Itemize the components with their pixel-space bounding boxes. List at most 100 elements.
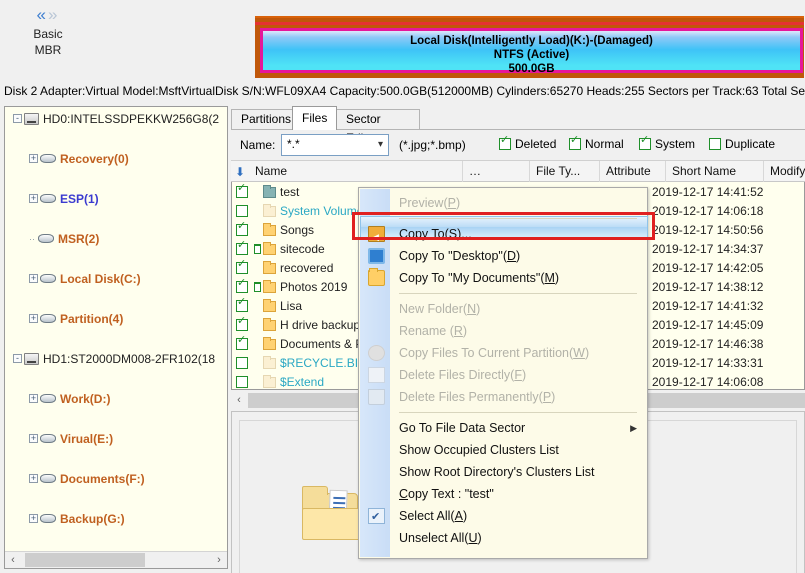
tree-expander[interactable]: - — [13, 354, 22, 363]
menu-item-unselect-all-u[interactable]: Unselect All(U) — [359, 527, 647, 549]
context-menu-items[interactable]: Preview(P) Copy To(S)...Copy To "Desktop"… — [359, 188, 647, 549]
partition-icon — [40, 154, 56, 163]
file-name: Songs — [280, 221, 314, 240]
checkbox-icon[interactable] — [639, 138, 651, 150]
file-name: Photos 2019 — [280, 278, 347, 297]
menu-item-show-occupied-clusters-list[interactable]: Show Occupied Clusters List — [359, 439, 647, 461]
column-header[interactable]: File Ty... — [530, 161, 600, 182]
folder-icon — [263, 187, 276, 198]
filter-name-label: Name: — [240, 138, 275, 152]
file-checkbox[interactable] — [236, 224, 248, 236]
tree-expander[interactable]: - — [13, 114, 22, 123]
column-header[interactable]: Short Name — [666, 161, 764, 182]
tree-node-label: Partition(4) — [60, 312, 123, 326]
filter-name-input[interactable]: *.* — [287, 137, 300, 151]
tree-node[interactable]: -HD1:ST2000DM008-2FR102(18 — [5, 349, 227, 369]
file-checkbox[interactable] — [236, 300, 248, 312]
partition-icon — [40, 394, 56, 403]
file-checkbox[interactable] — [236, 338, 248, 350]
menu-item-copy-text-test[interactable]: Copy Text : "test" — [359, 483, 647, 505]
tree-expander[interactable]: + — [29, 434, 38, 443]
tree-node[interactable]: ··MSR(2) — [5, 229, 227, 249]
device-tree[interactable]: -HD0:INTELSSDPEKKW256G8(2 +Recovery(0) +ES… — [5, 109, 227, 569]
file-checkbox[interactable] — [236, 186, 248, 198]
filter-checkbox-deleted[interactable]: Deleted — [499, 137, 556, 151]
disk-mbr-label: MBR — [14, 42, 82, 58]
tree-expander[interactable]: + — [29, 194, 38, 203]
next-disk-icon[interactable]: » — [48, 5, 59, 24]
filter-name-combo[interactable]: *.* ▾ — [281, 134, 389, 156]
file-checkbox[interactable] — [236, 205, 248, 217]
hard-disk-icon — [24, 113, 39, 125]
disk-nav-arrows[interactable]: «» — [14, 4, 82, 26]
chevron-down-icon[interactable]: ▾ — [378, 139, 383, 150]
tree-expander[interactable]: + — [29, 394, 38, 403]
tree-scroll-right-icon[interactable]: › — [211, 552, 227, 568]
column-header[interactable]: … — [463, 161, 530, 182]
folder-icon — [263, 263, 276, 274]
partition-block-k[interactable]: Local Disk(Intelligently Load)(K:)-(Dama… — [260, 28, 803, 73]
tree-node[interactable]: +Recovery(0) — [5, 149, 227, 169]
menu-item-select-all-a[interactable]: Select All(A) — [359, 505, 647, 527]
filter-checkbox-system[interactable]: System — [639, 137, 695, 151]
sort-descending-icon[interactable]: ⬇ — [235, 165, 245, 179]
device-tree-panel[interactable]: -HD0:INTELSSDPEKKW256G8(2 +Recovery(0) +ES… — [4, 106, 228, 569]
file-checkbox[interactable] — [236, 243, 248, 255]
tree-expander[interactable]: + — [29, 514, 38, 523]
file-checkbox[interactable] — [236, 319, 248, 331]
file-checkbox[interactable] — [236, 357, 248, 369]
tree-node[interactable]: +Local Disk(C:) — [5, 269, 227, 289]
column-header[interactable]: Modify Time — [764, 161, 805, 182]
menu-item-preview-p: Preview(P) — [359, 192, 647, 214]
tree-horizontal-scrollbar[interactable]: ‹ › — [5, 551, 227, 568]
tab-files[interactable]: Files — [292, 106, 337, 130]
menu-item-delete-files-directly-f: Delete Files Directly(F) — [359, 364, 647, 386]
folder-icon — [263, 320, 276, 331]
partition-filesystem: NTFS (Active) — [263, 48, 800, 62]
checkbox-icon[interactable] — [709, 138, 721, 150]
column-header[interactable]: Name — [249, 161, 463, 182]
filter-checkbox-normal[interactable]: Normal — [569, 137, 624, 151]
prev-disk-icon[interactable]: « — [37, 5, 48, 24]
tree-node-label: Virual(E:) — [60, 432, 113, 446]
file-context-menu[interactable]: Preview(P) Copy To(S)...Copy To "Desktop"… — [358, 187, 648, 559]
file-list-header[interactable]: ⬇ Name…File Ty...AttributeShort NameModif… — [231, 160, 805, 182]
checkbox-icon[interactable] — [569, 138, 581, 150]
list-scroll-left-icon[interactable]: ‹ — [231, 392, 247, 409]
filter-checkbox-label: Deleted — [515, 137, 556, 151]
filter-checkbox-duplicate[interactable]: Duplicate — [709, 137, 775, 151]
app-root: «» Basic MBR Local Disk(Intelligently Lo… — [0, 0, 805, 573]
checkbox-icon[interactable] — [499, 138, 511, 150]
tab-bar[interactable]: PartitionsFilesSector Editor — [231, 106, 805, 129]
menu-item-go-to-file-data-sector[interactable]: Go To File Data Sector▶ — [359, 417, 647, 439]
tree-node[interactable]: +Documents(F:) — [5, 469, 227, 489]
menu-item-show-root-directory-s-clusters-list[interactable]: Show Root Directory's Clusters List — [359, 461, 647, 483]
tree-node[interactable]: +Work(D:) — [5, 389, 227, 409]
file-name: test — [280, 183, 299, 202]
tree-expander[interactable]: + — [29, 154, 38, 163]
file-modify-time: 2019-12-17 14:33:31 — [652, 354, 763, 373]
tree-node[interactable]: +ESP(1) — [5, 189, 227, 209]
tab-partitions[interactable]: Partitions — [231, 109, 293, 129]
tree-scroll-left-icon[interactable]: ‹ — [5, 552, 21, 568]
file-checkbox[interactable] — [236, 376, 248, 388]
menu-item-copy-to-desktop-d[interactable]: Copy To "Desktop"(D) — [359, 245, 647, 267]
tree-node[interactable]: +Backup(G:) — [5, 509, 227, 529]
menu-item-copy-to-s[interactable]: Copy To(S)... — [359, 223, 647, 245]
file-modify-time: 2019-12-17 14:45:09 — [652, 316, 763, 335]
tree-scroll-thumb[interactable] — [25, 553, 145, 567]
column-header[interactable]: Attribute — [600, 161, 666, 182]
file-checkbox[interactable] — [236, 262, 248, 274]
file-checkbox[interactable] — [236, 281, 248, 293]
tree-node[interactable]: -HD0:INTELSSDPEKKW256G8(2 — [5, 109, 227, 129]
file-name: recovered — [280, 259, 333, 278]
tree-node[interactable]: + Partition(4) — [5, 309, 227, 329]
menu-item-copy-to-my-documents-m[interactable]: Copy To "My Documents"(M) — [359, 267, 647, 289]
tree-expander[interactable]: + — [29, 314, 38, 323]
menu-item-label: Copy Text : "test" — [399, 487, 494, 501]
tree-expander[interactable]: + — [29, 474, 38, 483]
tree-node[interactable]: + Virual(E:) — [5, 429, 227, 449]
tree-expander[interactable]: + — [29, 274, 38, 283]
pie-icon — [368, 345, 385, 361]
tab-sector-editor[interactable]: Sector Editor — [336, 109, 420, 129]
